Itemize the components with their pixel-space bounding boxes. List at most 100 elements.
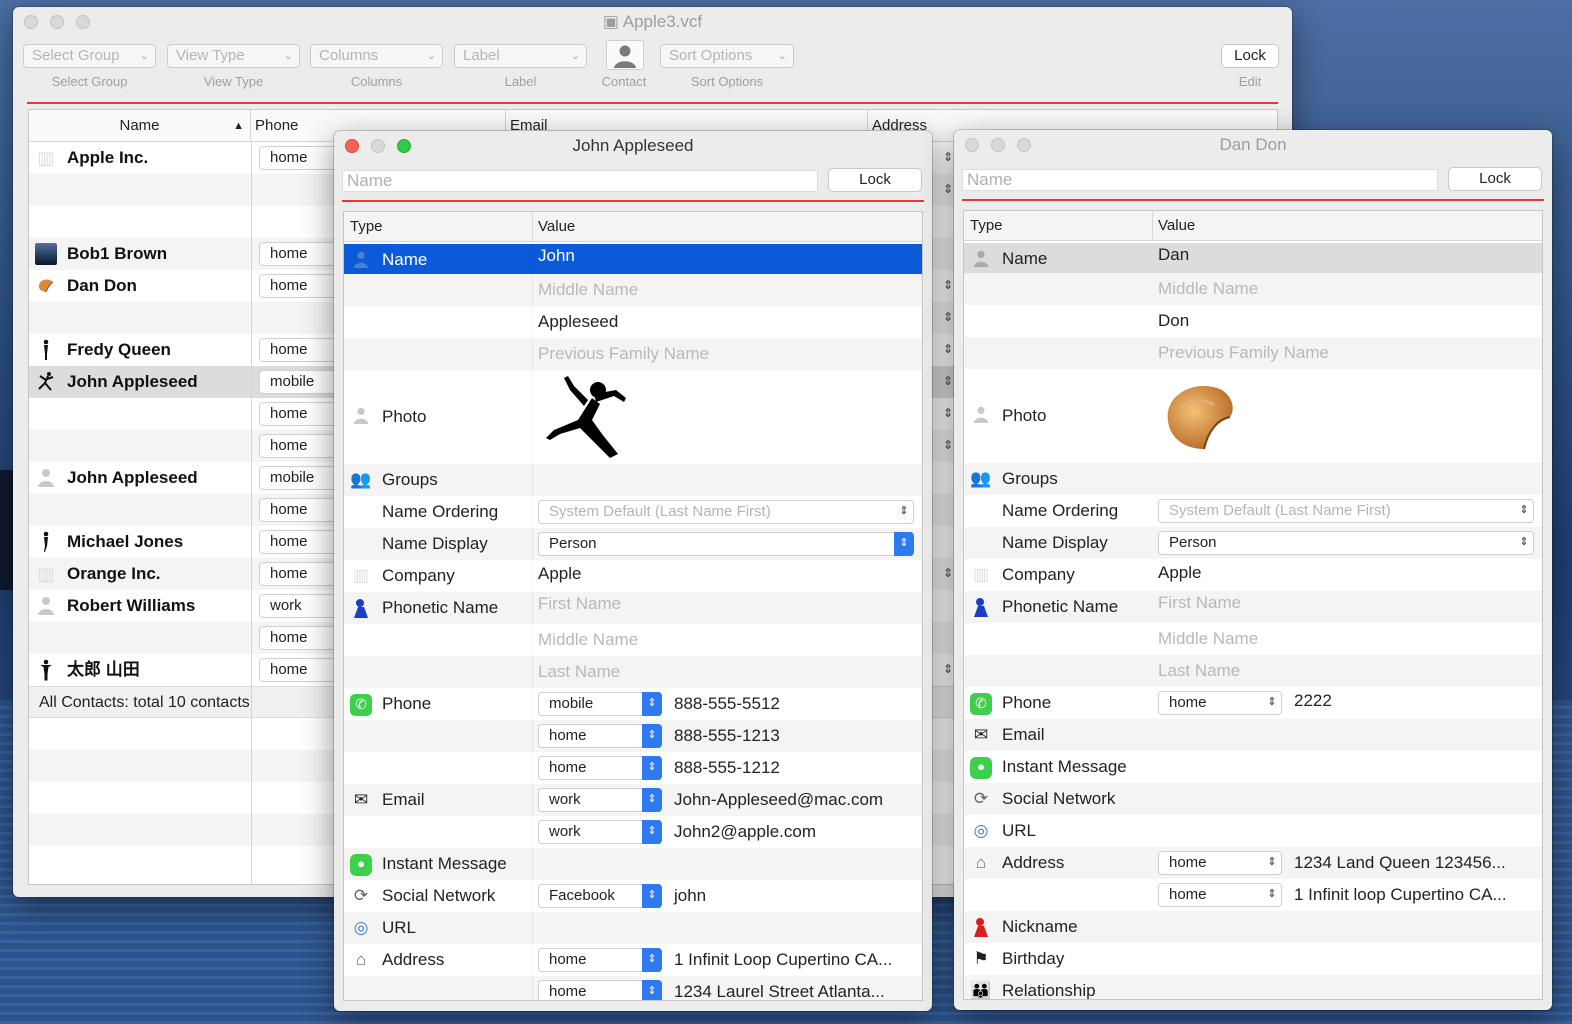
field-row-name-ordering[interactable]: Name Ordering System Default (Last Name F… [964, 495, 1542, 527]
select-group-popup[interactable]: Select Group ⌄ [23, 44, 156, 68]
field-row-name-ordering[interactable]: Name Ordering System Default (Last Name F… [344, 496, 922, 528]
phone-label-popup[interactable]: home ⇕ [538, 756, 662, 780]
phone-label-popup[interactable]: home [259, 530, 339, 554]
field-row-url[interactable]: ◎ URL [344, 912, 922, 944]
phone-label-popup[interactable]: home ⇕ [1158, 691, 1282, 715]
field-row-phone[interactable]: ✆ Phone mobile ⇕ 888-555-5512 [344, 688, 922, 720]
field-row-email[interactable]: ✉ Email [964, 719, 1542, 751]
phone-label-popup[interactable]: home [259, 274, 339, 298]
phone-label-popup[interactable]: home [259, 146, 339, 170]
toolbar-separator [27, 102, 1278, 104]
envelope-icon: ✉ [353, 790, 369, 809]
lock-button[interactable]: Lock [1448, 167, 1542, 191]
field-row-previous-family[interactable]: Previous Family Name [964, 337, 1542, 369]
phone-label-popup[interactable]: home [259, 562, 339, 586]
building-icon: ▥ [37, 148, 55, 168]
social-network-icon: ⟳ [353, 886, 369, 905]
phone-label-popup[interactable]: home [259, 338, 339, 362]
field-row-address[interactable]: ⌂ Address home ⇕ 1234 Land Queen 123456... [964, 847, 1542, 879]
field-row-middle[interactable]: Middle Name [964, 273, 1542, 305]
phone-label-popup[interactable]: home [259, 626, 339, 650]
phone-label-popup[interactable]: mobile [259, 466, 339, 490]
field-row-relationship[interactable]: 👪 Relationship [964, 975, 1542, 999]
name-ordering-popup[interactable]: System Default (Last Name First) ⇕ [538, 500, 914, 524]
updown-icon: ⇕ [899, 505, 909, 517]
phone-label-popup[interactable]: home [259, 242, 339, 266]
john-appleseed-window: John Appleseed Name Lock Type Value Name J… [334, 131, 932, 1011]
phonetic-person-icon [350, 598, 372, 620]
phone-label-popup[interactable]: home [259, 402, 339, 426]
field-row-nickname[interactable]: Nickname [964, 911, 1542, 943]
jumping-man-icon [35, 371, 57, 393]
field-row-address[interactable]: home ⇕ 1234 Laurel Street Atlanta... [344, 976, 922, 1000]
field-row-birthday[interactable]: ⚑ Birthday [964, 943, 1542, 975]
field-row-previous-family[interactable]: Previous Family Name [344, 338, 922, 370]
field-row-social[interactable]: ⟳ Social Network [964, 783, 1542, 815]
phone-label-popup[interactable]: work [259, 594, 339, 618]
columns-popup[interactable]: Columns ⌄ [310, 44, 443, 68]
field-row-phonetic-middle[interactable]: Middle Name [344, 624, 922, 656]
phone-label-popup[interactable]: home [259, 658, 339, 682]
lock-button[interactable]: Lock [1221, 44, 1279, 68]
field-row-social[interactable]: ⟳ Social Network Facebook ⇕ john [344, 880, 922, 912]
address-label-popup[interactable]: home ⇕ [1158, 851, 1282, 875]
field-row-phonetic[interactable]: Phonetic Name First Name [964, 591, 1542, 623]
field-row-phonetic-last[interactable]: Last Name [964, 655, 1542, 687]
field-row-phonetic[interactable]: Phonetic Name First Name [344, 592, 922, 624]
field-row-middle[interactable]: Middle Name [344, 274, 922, 306]
phone-label-popup[interactable]: home [259, 498, 339, 522]
field-row-instant-message[interactable]: ● Instant Message [344, 848, 922, 880]
field-row-instant-message[interactable]: ● Instant Message [964, 751, 1542, 783]
field-row-company[interactable]: ▥ Company Apple [344, 560, 922, 592]
field-row-address[interactable]: home ⇕ 1 Infinit loop Cupertino CA... [964, 879, 1542, 911]
view-type-popup[interactable]: View Type ⌄ [167, 44, 300, 68]
field-row-phonetic-last[interactable]: Last Name [344, 656, 922, 688]
label-popup[interactable]: Label ⌄ [454, 44, 587, 68]
name-ordering-popup[interactable]: System Default (Last Name First) ⇕ [1158, 499, 1534, 523]
phone-label-popup[interactable]: mobile [259, 370, 339, 394]
contact-detail-table[interactable]: Type Value Name Dan Middle Name Don Previo… [963, 210, 1543, 1000]
field-row-phone[interactable]: home ⇕ 888-555-1213 [344, 720, 922, 752]
column-divider [532, 244, 533, 1000]
field-row-groups[interactable]: 👥 Groups [344, 464, 922, 496]
contact-detail-table[interactable]: Type Value Name John Middle Name Appleseed… [343, 211, 923, 1001]
person-icon [970, 405, 992, 427]
name-search-field[interactable]: Name [342, 170, 818, 192]
lock-button[interactable]: Lock [828, 168, 922, 192]
social-label-popup[interactable]: Facebook ⇕ [538, 884, 662, 908]
email-label-popup[interactable]: work ⇕ [538, 788, 662, 812]
name-display-popup[interactable]: Person ⇕ [1158, 531, 1534, 555]
field-row-last[interactable]: Appleseed [344, 306, 922, 338]
field-row-url[interactable]: ◎ URL [964, 815, 1542, 847]
phone-label-popup[interactable]: home ⇕ [538, 724, 662, 748]
phone-label-popup[interactable]: home [259, 434, 339, 458]
field-row-name-display[interactable]: Name Display Person ⇕ [344, 528, 922, 560]
sort-options-popup[interactable]: Sort Options ⌄ [660, 44, 794, 68]
updown-icon: ⇕ [642, 820, 662, 844]
field-row-address[interactable]: ⌂ Address home ⇕ 1 Infinit Loop Cupertino CA… [344, 944, 922, 976]
field-row-photo[interactable]: Photo [964, 369, 1542, 463]
field-row-phone[interactable]: home ⇕ 888-555-1212 [344, 752, 922, 784]
email-label-popup[interactable]: work ⇕ [538, 820, 662, 844]
column-header-phone[interactable]: Phone [255, 110, 298, 142]
field-row-phonetic-middle[interactable]: Middle Name [964, 623, 1542, 655]
address-label-popup[interactable]: home ⇕ [538, 948, 662, 972]
field-row-name-display[interactable]: Name Display Person ⇕ [964, 527, 1542, 559]
field-row-groups[interactable]: 👥 Groups [964, 463, 1542, 495]
field-row-email[interactable]: work ⇕ John2@apple.com [344, 816, 922, 848]
column-header-name[interactable]: Name ▲ [29, 110, 251, 142]
field-row-name[interactable]: Name Dan [964, 243, 1542, 273]
name-display-popup[interactable]: Person ⇕ [538, 532, 914, 556]
field-row-phone[interactable]: ✆ Phone home ⇕ 2222 [964, 687, 1542, 719]
address-label-popup[interactable]: home ⇕ [1158, 883, 1282, 907]
contact-button[interactable] [606, 40, 644, 70]
phone-label-popup[interactable]: mobile ⇕ [538, 692, 662, 716]
contact-label: Contact [601, 74, 647, 89]
field-row-email[interactable]: ✉ Email work ⇕ John-Appleseed@mac.com [344, 784, 922, 816]
address-label-popup[interactable]: home ⇕ [538, 980, 662, 1000]
name-search-field[interactable]: Name [962, 169, 1438, 191]
field-row-last[interactable]: Don [964, 305, 1542, 337]
field-row-name[interactable]: Name John [344, 244, 922, 274]
field-row-company[interactable]: ▥ Company Apple [964, 559, 1542, 591]
field-row-photo[interactable]: Photo [344, 370, 922, 464]
